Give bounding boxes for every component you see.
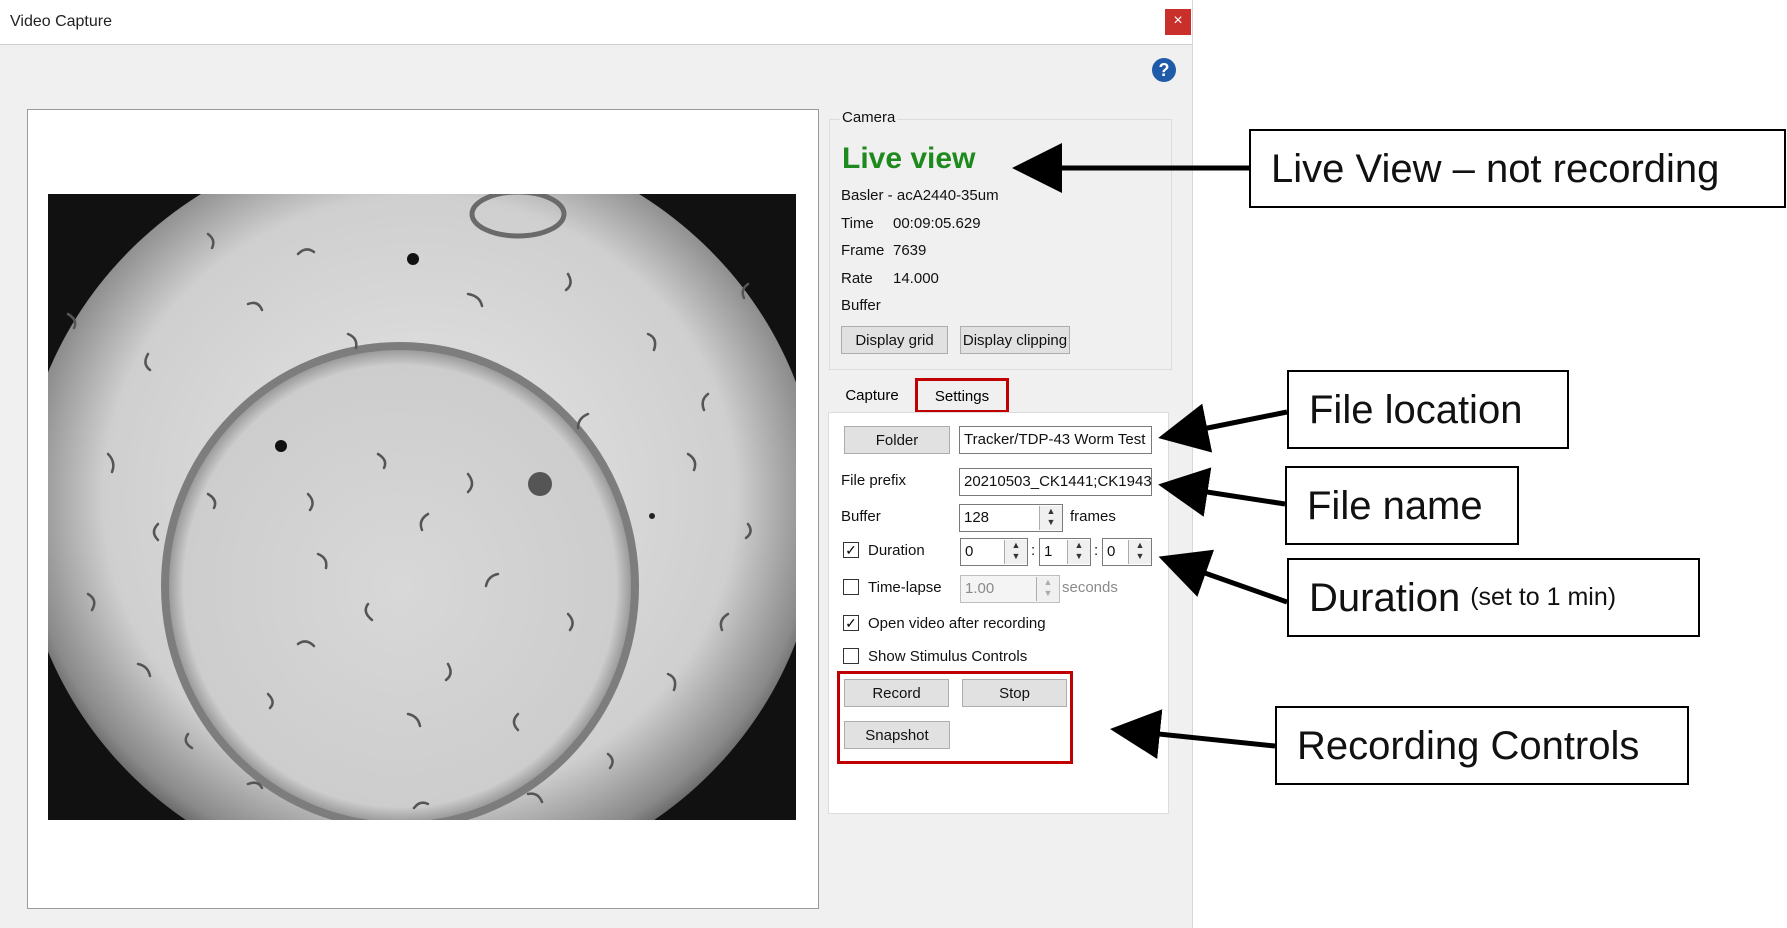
arrow-file-name — [1158, 467, 1286, 517]
arrow-file-location — [1158, 403, 1288, 453]
arrow-duration — [1158, 549, 1288, 605]
arrow-recording-controls — [1110, 709, 1276, 759]
annotation-arrows — [1012, 143, 1288, 759]
